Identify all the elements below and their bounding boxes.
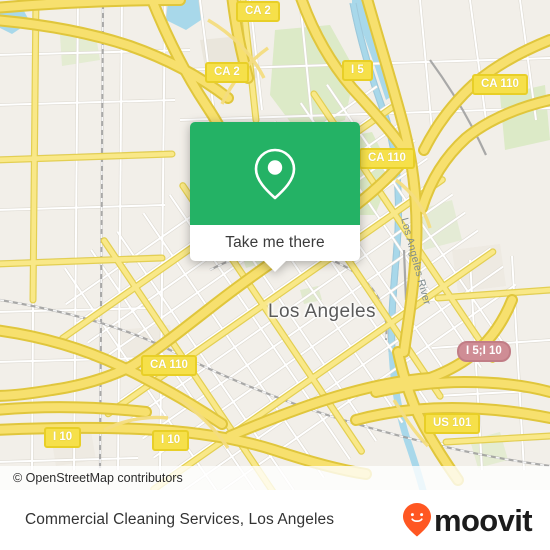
moovit-wordmark: moovit [433, 502, 533, 538]
footer-bar: Commercial Cleaning Services, Los Angele… [0, 490, 550, 550]
popup-tail [264, 261, 286, 272]
take-me-there-label: Take me there [225, 234, 325, 251]
highway-shield-i-10-west[interactable]: I 10 [44, 427, 82, 448]
place-title: Commercial Cleaning Services, Los Angele… [25, 511, 335, 528]
moovit-brand[interactable]: moovit [402, 502, 533, 538]
popup-icon-area [190, 122, 360, 225]
take-me-there-button[interactable]: Take me there [190, 225, 360, 261]
moovit-smiley-pin-icon [402, 503, 431, 537]
highway-shield-ca-2-west[interactable]: CA 2 [205, 62, 249, 83]
location-popup-card[interactable]: Take me there [190, 122, 360, 272]
highway-shield-us-101[interactable]: US 101 [424, 413, 481, 434]
map-attribution-bar: © OpenStreetMap contributors [0, 466, 550, 490]
highway-shield-i-10-east[interactable]: I 10 [152, 430, 190, 451]
highway-shield-ca-110-south[interactable]: CA 110 [141, 355, 197, 376]
map-pin-icon [254, 148, 296, 199]
highway-shield-ca-2-north[interactable]: CA 2 [236, 1, 280, 22]
highway-shield-i-5-i-10[interactable]: I 5;I 10 [457, 341, 511, 362]
map-screenshot: Los Angeles Los Angeles River CA 2 CA 2 … [0, 0, 550, 550]
highway-shield-ca-110-north[interactable]: CA 110 [472, 74, 528, 95]
map-label-los-angeles: Los Angeles [268, 301, 376, 322]
highway-shield-ca-110-east[interactable]: CA 110 [359, 148, 415, 169]
highway-shield-i-5[interactable]: I 5 [342, 60, 373, 81]
osm-attribution-text[interactable]: © OpenStreetMap contributors [13, 471, 183, 485]
